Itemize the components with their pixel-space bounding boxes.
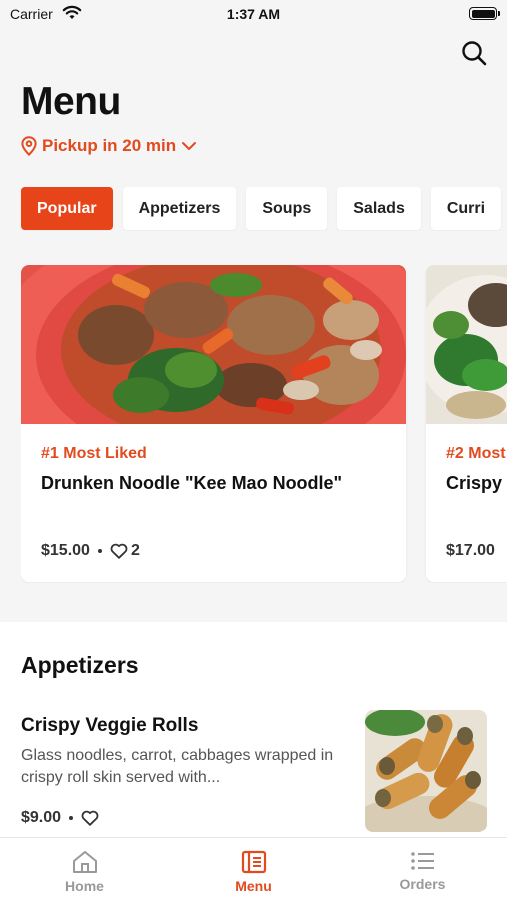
- location-pin-icon: [21, 136, 37, 156]
- heart-icon: [110, 543, 128, 559]
- card-price: $15.00: [41, 542, 90, 559]
- pickup-label: Pickup in 20 min: [42, 136, 177, 155]
- item-description: Glass noodles, carrot, cabbages wrapped …: [21, 747, 334, 786]
- item-name: Crispy Veggie Rolls: [21, 715, 199, 736]
- popular-card[interactable]: #1 Most Liked Drunken Noodle "Kee Mao No…: [21, 265, 406, 582]
- tab-appetizers[interactable]: Appetizers: [122, 187, 237, 230]
- pickup-time-selector[interactable]: Pickup in 20 min: [21, 136, 197, 156]
- nav-home[interactable]: Home: [0, 838, 169, 900]
- card-meta: $17.00: [446, 542, 495, 560]
- heart-icon[interactable]: [81, 810, 99, 826]
- nav-menu[interactable]: Menu: [169, 838, 338, 900]
- card-meta: $15.00 2: [41, 542, 140, 560]
- tab-curries[interactable]: Curri: [430, 187, 502, 230]
- category-tabs: Popular Appetizers Soups Salads Curri: [21, 187, 507, 231]
- item-image: [365, 710, 487, 832]
- chevron-down-icon: [182, 142, 197, 150]
- search-button[interactable]: [459, 38, 489, 68]
- card-price: $17.00: [446, 542, 495, 559]
- card-rank-badge: #2 Most: [446, 445, 506, 462]
- tab-salads[interactable]: Salads: [337, 187, 421, 230]
- nav-orders-label: Orders: [399, 876, 446, 892]
- tab-popular[interactable]: Popular: [21, 187, 113, 230]
- appetizers-section: Appetizers Crispy Veggie Rolls Glass noo…: [0, 622, 507, 842]
- separator-dot: [97, 549, 102, 553]
- card-dish-name: Drunken Noodle "Kee Mao Noodle": [41, 473, 343, 493]
- popular-card[interactable]: #2 Most Crispy $17.00: [426, 265, 507, 582]
- popular-carousel: #1 Most Liked Drunken Noodle "Kee Mao No…: [21, 265, 507, 583]
- search-icon: [462, 41, 487, 66]
- home-icon: [72, 851, 97, 873]
- separator-dot: [69, 816, 74, 820]
- dish-image: [426, 265, 507, 424]
- nav-menu-label: Menu: [235, 878, 272, 894]
- card-dish-name: Crispy: [446, 473, 503, 493]
- status-time: 1:37 AM: [226, 6, 281, 22]
- menu-book-icon: [241, 850, 266, 874]
- tab-soups[interactable]: Soups: [246, 187, 328, 230]
- page-title: Menu: [21, 80, 121, 123]
- nav-home-label: Home: [65, 878, 104, 894]
- battery-icon: [469, 7, 500, 20]
- like-button[interactable]: 2: [110, 542, 140, 560]
- list-icon: [410, 852, 434, 870]
- item-price: $9.00: [21, 809, 62, 826]
- section-title: Appetizers: [21, 652, 139, 678]
- bottom-nav: Home Menu Orders: [0, 837, 507, 900]
- like-count: 2: [130, 542, 140, 559]
- dish-image: [21, 265, 406, 424]
- card-rank-badge: #1 Most Liked: [41, 445, 147, 462]
- item-meta: $9.00: [21, 809, 99, 827]
- status-bar: Carrier 1:37 AM: [0, 0, 507, 28]
- nav-orders[interactable]: Orders: [338, 838, 507, 900]
- menu-item[interactable]: Crispy Veggie Rolls Glass noodles, carro…: [0, 710, 507, 840]
